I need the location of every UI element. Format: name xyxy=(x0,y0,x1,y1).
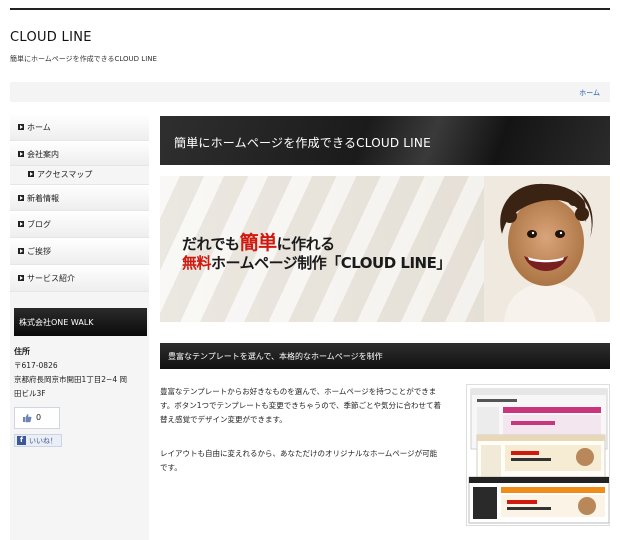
sidebar-item-news[interactable]: 新着情報 xyxy=(10,184,149,211)
sidebar-item-label: サービス紹介 xyxy=(27,274,75,283)
breadcrumb-home-link[interactable]: ホーム xyxy=(579,88,600,98)
paragraph-line: です。 xyxy=(160,463,182,472)
hero-text: だれでも xyxy=(182,235,240,253)
sidebar-item-access-map[interactable]: アクセスマップ xyxy=(10,166,149,184)
intro-paragraph-1: 豊富なテンプレートからお好きなものを選んで、ホームページを持つことができま す。… xyxy=(160,385,456,427)
arrow-bullet-icon xyxy=(18,195,24,201)
hero-text: ホームページ制作「CLOUD LINE」 xyxy=(211,254,451,272)
company-name: 株式会社ONE WALK xyxy=(19,318,94,327)
paragraph-line: す。ボタン1つでテンプレートも変更できちゃうので、季節ごとや気分に合わせて着 xyxy=(160,401,441,410)
sidebar-item-label: ホーム xyxy=(27,123,51,132)
facebook-like-button[interactable]: f いいね！ xyxy=(14,434,62,447)
sidebar: ホーム 会社案内 アクセスマップ 新着情報 ブログ ご挨拶 サービス紹介 株式会… xyxy=(10,114,149,540)
thumbs-up-icon xyxy=(23,414,32,423)
intro-paragraph-2: レイアウトも自由に変えれるから、あなただけのオリジナルなホームページが可能 です… xyxy=(160,447,456,475)
like-count-value: 0 xyxy=(36,413,42,422)
address-postal: 〒617-0826 xyxy=(14,361,58,370)
paragraph-line: 替え感覚でデザイン変更ができます。 xyxy=(160,415,287,424)
hero-headline-2: 無料ホームページ制作「CLOUD LINE」 xyxy=(182,252,451,273)
hero-headline-1: だれでも簡単に作れる xyxy=(182,228,335,255)
site-tagline: 簡単にホームページを作成できるCLOUD LINE xyxy=(10,55,157,63)
address-line-1: 京都府長岡京市開田1丁目2−4 岡 xyxy=(14,375,127,384)
arrow-bullet-icon xyxy=(18,248,24,254)
sidebar-item-label: アクセスマップ xyxy=(37,170,93,179)
address-heading: 住所 xyxy=(14,347,30,356)
template-screenshots-icon xyxy=(467,385,609,525)
hero-text: に作れる xyxy=(276,235,336,253)
smiling-child-photo xyxy=(484,176,610,322)
address-line-2: 田ビル3F xyxy=(14,389,46,398)
sidebar-item-company[interactable]: 会社案内 xyxy=(10,141,149,166)
section-heading: 豊富なテンプレートを選んで、本格的なホームページを制作 xyxy=(160,343,610,369)
sidebar-item-label: ご挨拶 xyxy=(27,247,51,256)
page-title-banner: 簡単にホームページを作成できるCLOUD LINE xyxy=(160,116,610,165)
sidebar-item-home[interactable]: ホーム xyxy=(10,114,149,141)
hero-highlight: 簡単 xyxy=(239,232,278,254)
arrow-bullet-icon xyxy=(18,275,24,281)
template-preview-image xyxy=(466,384,610,526)
sidebar-item-greeting[interactable]: ご挨拶 xyxy=(10,238,149,265)
like-button-label: いいね！ xyxy=(29,437,57,445)
section-heading-label: 豊富なテンプレートを選んで、本格的なホームページを制作 xyxy=(168,352,383,361)
paragraph-line: レイアウトも自由に変えれるから、あなただけのオリジナルなホームページが可能 xyxy=(160,449,438,458)
company-name-box: 株式会社ONE WALK xyxy=(14,308,147,336)
sidebar-nav: ホーム 会社案内 アクセスマップ 新着情報 ブログ ご挨拶 サービス紹介 xyxy=(10,114,149,292)
sidebar-item-services[interactable]: サービス紹介 xyxy=(10,265,149,292)
hero-banner: だれでも簡単に作れる 無料ホームページ制作「CLOUD LINE」 xyxy=(160,176,610,322)
arrow-bullet-icon xyxy=(18,221,24,227)
facebook-like-count: 0 xyxy=(14,407,60,429)
page-title: 簡単にホームページを作成できるCLOUD LINE xyxy=(174,136,431,150)
sidebar-item-label: 新着情報 xyxy=(27,194,59,203)
hero-highlight: 無料 xyxy=(182,254,212,272)
sidebar-item-label: 会社案内 xyxy=(27,150,59,159)
header-top-rule xyxy=(10,8,610,10)
arrow-bullet-icon xyxy=(18,151,24,157)
sidebar-item-label: ブログ xyxy=(27,220,51,229)
arrow-bullet-icon xyxy=(28,171,34,177)
facebook-icon: f xyxy=(17,436,26,445)
arrow-bullet-icon xyxy=(18,124,24,130)
site-title[interactable]: CLOUD LINE xyxy=(10,30,92,45)
paragraph-line: 豊富なテンプレートからお好きなものを選んで、ホームページを持つことができま xyxy=(160,387,437,396)
breadcrumb: ホーム xyxy=(10,82,610,102)
sidebar-item-blog[interactable]: ブログ xyxy=(10,211,149,238)
